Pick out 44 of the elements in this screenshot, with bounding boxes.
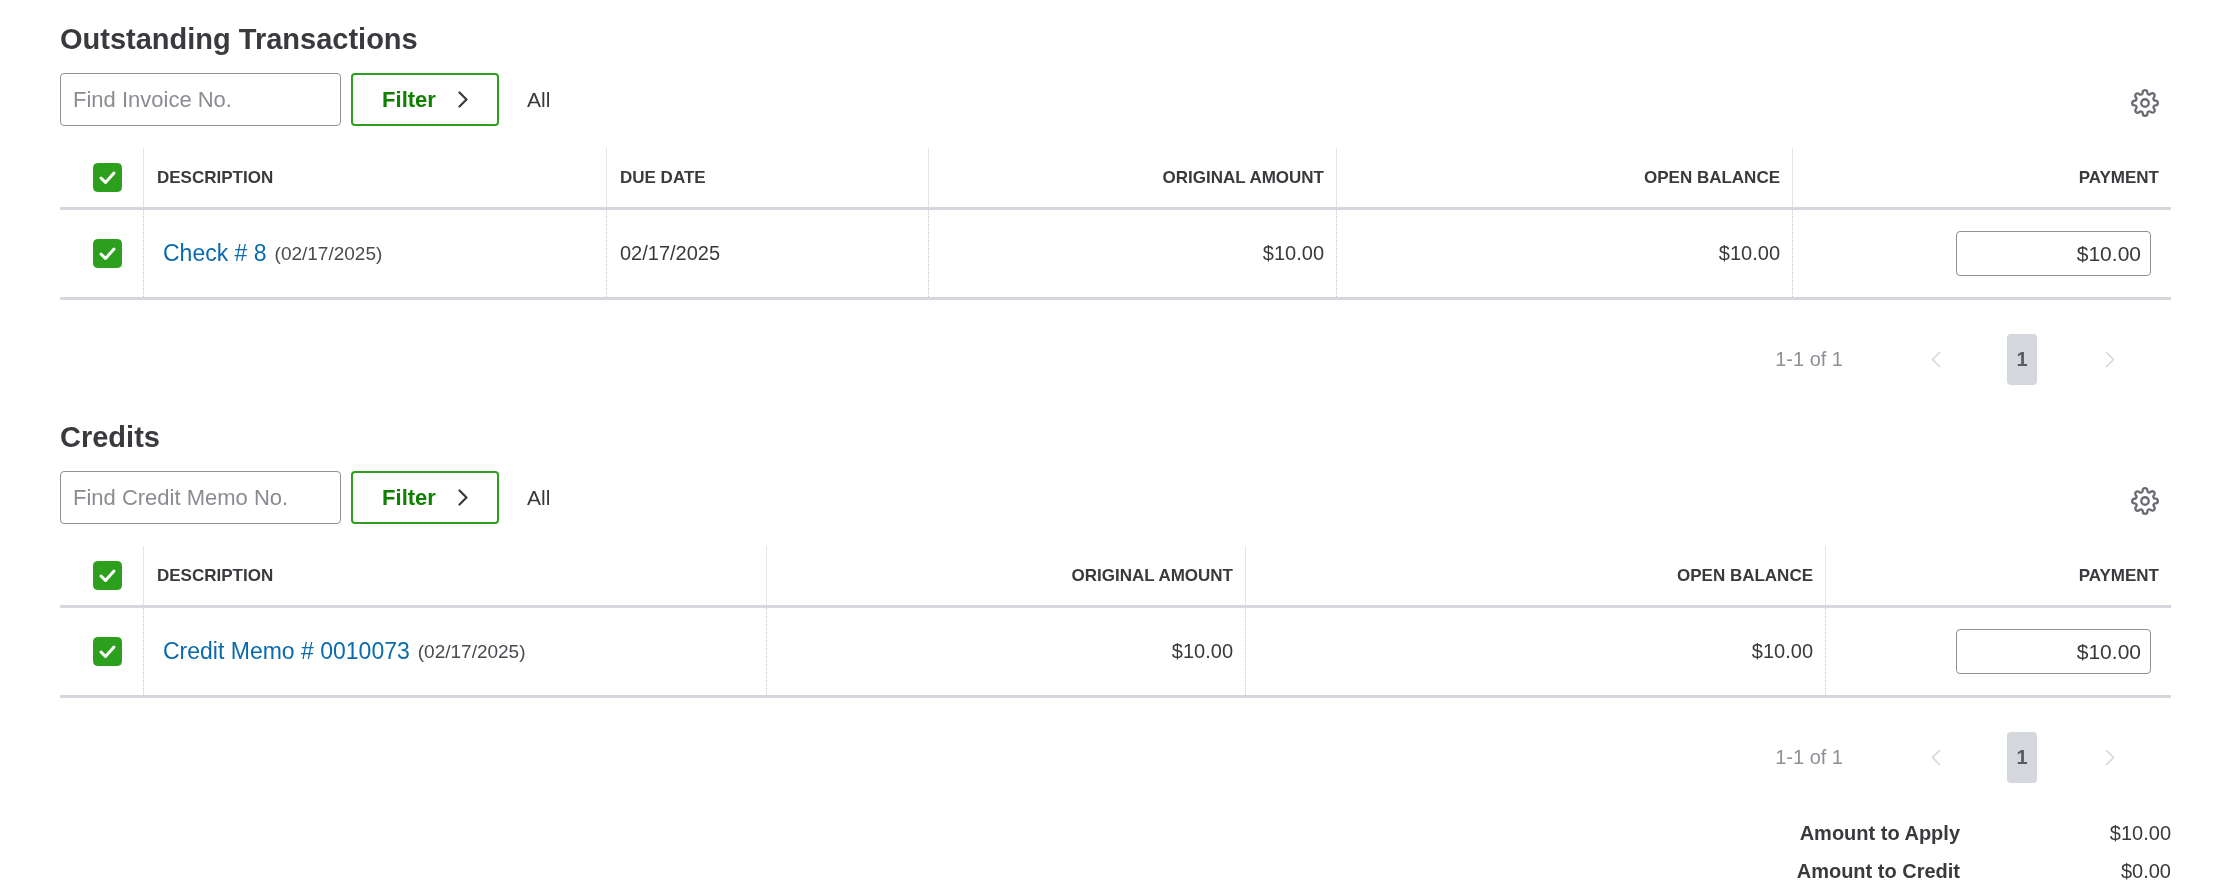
column-heading: PAYMENT	[2078, 565, 2159, 586]
search-field[interactable]: Find Credit Memo No.	[60, 471, 341, 524]
chevron-right-icon	[457, 489, 468, 506]
filter-button[interactable]: Filter	[351, 73, 499, 126]
page-button[interactable]: 1	[2007, 732, 2037, 783]
amount-value: $10.00	[1718, 242, 1780, 265]
transaction-date: (02/17/2025)	[274, 242, 383, 265]
total-value: $10.00	[2109, 821, 2171, 846]
row-checkbox[interactable]	[93, 637, 122, 666]
settings-icon[interactable]	[2131, 486, 2159, 515]
amount-value: $10.00	[1751, 640, 1813, 663]
page-range: 1-1 of 1	[1775, 746, 1843, 769]
section-title: Outstanding Transactions	[60, 22, 418, 56]
total-label: Amount to Credit	[1796, 859, 1960, 884]
amount-value: $10.00	[1171, 640, 1233, 663]
column-heading: DESCRIPTION	[157, 167, 274, 188]
search-field[interactable]: Find Invoice No.	[60, 73, 341, 126]
page-range: 1-1 of 1	[1775, 348, 1843, 371]
payment-field[interactable]: $10.00	[1956, 231, 2151, 276]
select-all-checkbox[interactable]	[93, 163, 122, 192]
filter-button[interactable]: Filter	[351, 471, 499, 524]
transaction-link[interactable]: Credit Memo # 0010073	[163, 638, 410, 665]
amount-value: $10.00	[1262, 242, 1324, 265]
column-heading: ORIGINAL AMOUNT	[1162, 167, 1324, 188]
filter-summary: All	[527, 485, 551, 510]
transaction-link[interactable]: Check # 8	[163, 240, 267, 267]
chevron-right-icon	[457, 91, 468, 108]
select-all-checkbox[interactable]	[93, 561, 122, 590]
due-date-value: 02/17/2025	[620, 242, 721, 265]
payment-field[interactable]: $10.00	[1956, 629, 2151, 674]
total-value: $0.00	[2120, 859, 2171, 884]
page-button[interactable]: 1	[2007, 334, 2037, 385]
column-heading: DESCRIPTION	[157, 565, 274, 586]
column-heading: OPEN BALANCE	[1677, 565, 1813, 586]
settings-icon[interactable]	[2131, 88, 2159, 117]
section-title: Credits	[60, 420, 160, 454]
column-heading: PAYMENT	[2078, 167, 2159, 188]
total-label: Amount to Apply	[1799, 821, 1960, 846]
column-heading: ORIGINAL AMOUNT	[1071, 565, 1233, 586]
column-heading: OPEN BALANCE	[1644, 167, 1780, 188]
row-checkbox[interactable]	[93, 239, 122, 268]
transaction-date: (02/17/2025)	[417, 640, 526, 663]
filter-summary: All	[527, 87, 551, 112]
column-heading: DUE DATE	[620, 167, 706, 188]
